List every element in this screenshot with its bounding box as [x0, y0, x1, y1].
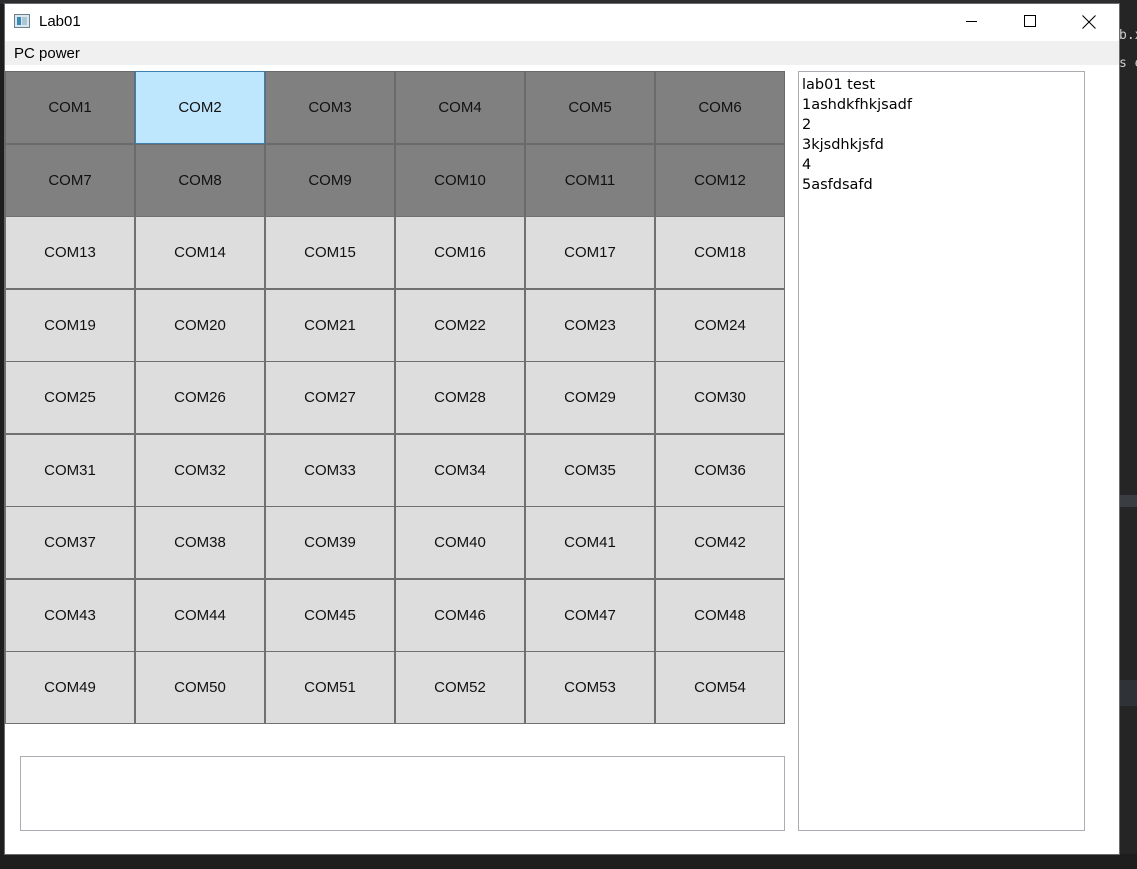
com-button-8[interactable]: COM8: [135, 143, 265, 217]
com-button-41[interactable]: COM41: [525, 506, 655, 579]
com-button-15[interactable]: COM15: [265, 216, 395, 289]
com-button-52[interactable]: COM52: [395, 651, 525, 724]
com-button-10[interactable]: COM10: [395, 143, 525, 217]
com-button-4[interactable]: COM4: [395, 71, 525, 144]
com-button-1[interactable]: COM1: [5, 71, 135, 144]
background-text: b.x: [1119, 28, 1137, 43]
log-line[interactable]: 2: [802, 115, 1081, 135]
com-button-49[interactable]: COM49: [5, 651, 135, 724]
com-button-grid: COM1 COM2 COM3 COM4 COM5 COM6 COM7 COM8 COM9 COM1…: [5, 71, 785, 724]
com-button-29[interactable]: COM29: [525, 361, 655, 434]
com-button-18[interactable]: COM18: [655, 216, 785, 289]
com-button-6[interactable]: COM6: [655, 71, 785, 144]
com-button-38[interactable]: COM38: [135, 506, 265, 579]
com-button-43[interactable]: COM43: [5, 578, 135, 652]
log-line[interactable]: lab01 test: [802, 75, 1081, 95]
com-button-22[interactable]: COM22: [395, 288, 525, 362]
log-line[interactable]: 5asfdsafd: [802, 175, 1081, 195]
com-button-20[interactable]: COM20: [135, 288, 265, 362]
com-button-23[interactable]: COM23: [525, 288, 655, 362]
log-list-box[interactable]: lab01 test 1ashdkfhkjsadf 2 3kjsdhkjsfd 4 5as…: [798, 71, 1085, 831]
close-icon: [1082, 15, 1096, 29]
com-button-24[interactable]: COM24: [655, 288, 785, 362]
com-button-14[interactable]: COM14: [135, 216, 265, 289]
maximize-button[interactable]: [1001, 4, 1059, 41]
com-button-53[interactable]: COM53: [525, 651, 655, 724]
com-button-30[interactable]: COM30: [655, 361, 785, 434]
com-button-45[interactable]: COM45: [265, 578, 395, 652]
log-line[interactable]: 1ashdkfhkjsadf: [802, 95, 1081, 115]
com-button-36[interactable]: COM36: [655, 433, 785, 507]
background-stripe: [1119, 495, 1137, 507]
background-text: s e: [1119, 56, 1137, 71]
com-button-48[interactable]: COM48: [655, 578, 785, 652]
com-button-19[interactable]: COM19: [5, 288, 135, 362]
com-button-27[interactable]: COM27: [265, 361, 395, 434]
com-button-3[interactable]: COM3: [265, 71, 395, 144]
com-button-35[interactable]: COM35: [525, 433, 655, 507]
menu-bar: PC power: [5, 41, 1119, 65]
log-line[interactable]: 4: [802, 155, 1081, 175]
com-button-34[interactable]: COM34: [395, 433, 525, 507]
com-button-25[interactable]: COM25: [5, 361, 135, 434]
com-button-28[interactable]: COM28: [395, 361, 525, 434]
com-button-17[interactable]: COM17: [525, 216, 655, 289]
com-button-47[interactable]: COM47: [525, 578, 655, 652]
com-button-46[interactable]: COM46: [395, 578, 525, 652]
log-line[interactable]: 3kjsdhkjsfd: [802, 135, 1081, 155]
com-button-21[interactable]: COM21: [265, 288, 395, 362]
background-ide-right: b.x s e: [1119, 0, 1137, 869]
app-window: Lab01 PC power COM1 COM2 COM3 COM4 COM5 COM6 C…: [5, 4, 1119, 854]
com-button-40[interactable]: COM40: [395, 506, 525, 579]
com-button-16[interactable]: COM16: [395, 216, 525, 289]
com-button-13[interactable]: COM13: [5, 216, 135, 289]
com-button-50[interactable]: COM50: [135, 651, 265, 724]
com-button-26[interactable]: COM26: [135, 361, 265, 434]
com-button-32[interactable]: COM32: [135, 433, 265, 507]
com-button-9[interactable]: COM9: [265, 143, 395, 217]
window-title: Lab01: [39, 13, 81, 30]
minimize-button[interactable]: [943, 4, 1001, 41]
com-button-2[interactable]: COM2: [135, 71, 265, 144]
com-button-7[interactable]: COM7: [5, 143, 135, 217]
com-button-5[interactable]: COM5: [525, 71, 655, 144]
background-ide-bottom: [0, 854, 1137, 869]
com-button-33[interactable]: COM33: [265, 433, 395, 507]
close-button[interactable]: [1060, 4, 1118, 41]
app-window-icon: [14, 14, 30, 28]
com-button-31[interactable]: COM31: [5, 433, 135, 507]
com-button-44[interactable]: COM44: [135, 578, 265, 652]
status-text-box[interactable]: [20, 756, 785, 831]
title-bar[interactable]: Lab01: [5, 4, 1119, 41]
background-stripe: [1119, 680, 1137, 706]
com-button-37[interactable]: COM37: [5, 506, 135, 579]
com-button-39[interactable]: COM39: [265, 506, 395, 579]
com-button-11[interactable]: COM11: [525, 143, 655, 217]
menu-item-pc-power[interactable]: PC power: [14, 45, 80, 62]
com-button-54[interactable]: COM54: [655, 651, 785, 724]
com-button-12[interactable]: COM12: [655, 143, 785, 217]
com-button-51[interactable]: COM51: [265, 651, 395, 724]
com-button-42[interactable]: COM42: [655, 506, 785, 579]
